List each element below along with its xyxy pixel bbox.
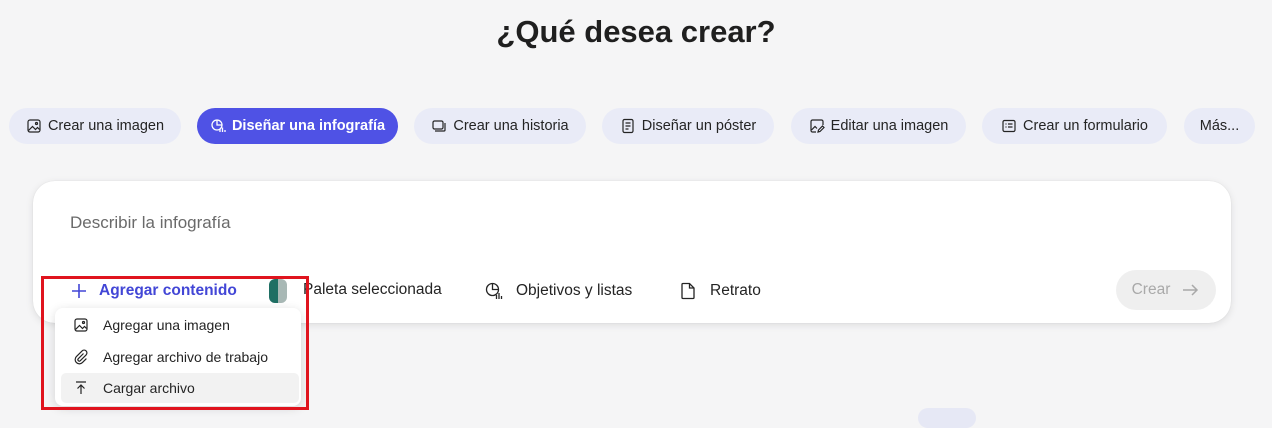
tab-label: Más...	[1199, 118, 1240, 134]
orientation-button[interactable]: Retrato	[678, 281, 761, 301]
create-button[interactable]: Crear	[1116, 270, 1216, 310]
page-title: ¿Qué desea crear?	[496, 14, 776, 49]
form-icon	[1001, 118, 1017, 134]
story-icon	[431, 118, 447, 134]
creation-type-tabs: Crear una imagen Diseñar una infografía …	[0, 108, 1272, 144]
tab-more[interactable]: Más...	[1184, 108, 1255, 144]
edit-image-icon	[809, 118, 825, 134]
infographic-icon	[210, 118, 226, 134]
tab-design-poster[interactable]: Diseñar un póster	[602, 108, 774, 144]
goals-lists-button[interactable]: Objetivos y listas	[484, 281, 632, 301]
palette-button[interactable]: Paleta seleccionada	[303, 281, 442, 299]
create-label: Crear	[1131, 281, 1171, 298]
prompt-input[interactable]: Describir la infografía	[70, 213, 231, 233]
tab-label: Diseñar una infografía	[231, 118, 386, 134]
poster-icon	[620, 118, 636, 134]
infographic-icon	[485, 282, 503, 299]
tab-label: Crear una historia	[453, 118, 569, 134]
tab-label: Editar una imagen	[830, 118, 949, 134]
tab-edit-image[interactable]: Editar una imagen	[791, 108, 966, 144]
document-icon	[681, 282, 695, 300]
arrow-right-icon	[1183, 284, 1199, 296]
tab-design-infographic[interactable]: Diseñar una infografía	[197, 108, 398, 144]
orientation-label: Retrato	[710, 282, 761, 299]
goals-lists-label: Objetivos y listas	[516, 282, 633, 299]
tab-create-image[interactable]: Crear una imagen	[9, 108, 181, 144]
tab-create-form[interactable]: Crear un formulario	[982, 108, 1167, 144]
tab-label: Crear una imagen	[47, 118, 165, 134]
palette-label: Paleta seleccionada	[303, 281, 442, 298]
tab-label: Crear un formulario	[1023, 118, 1148, 134]
tab-label: Diseñar un póster	[641, 118, 757, 134]
image-icon	[26, 118, 42, 134]
tab-create-story[interactable]: Crear una historia	[414, 108, 586, 144]
bottom-chip	[918, 408, 976, 428]
highlight-annotation	[41, 276, 309, 410]
